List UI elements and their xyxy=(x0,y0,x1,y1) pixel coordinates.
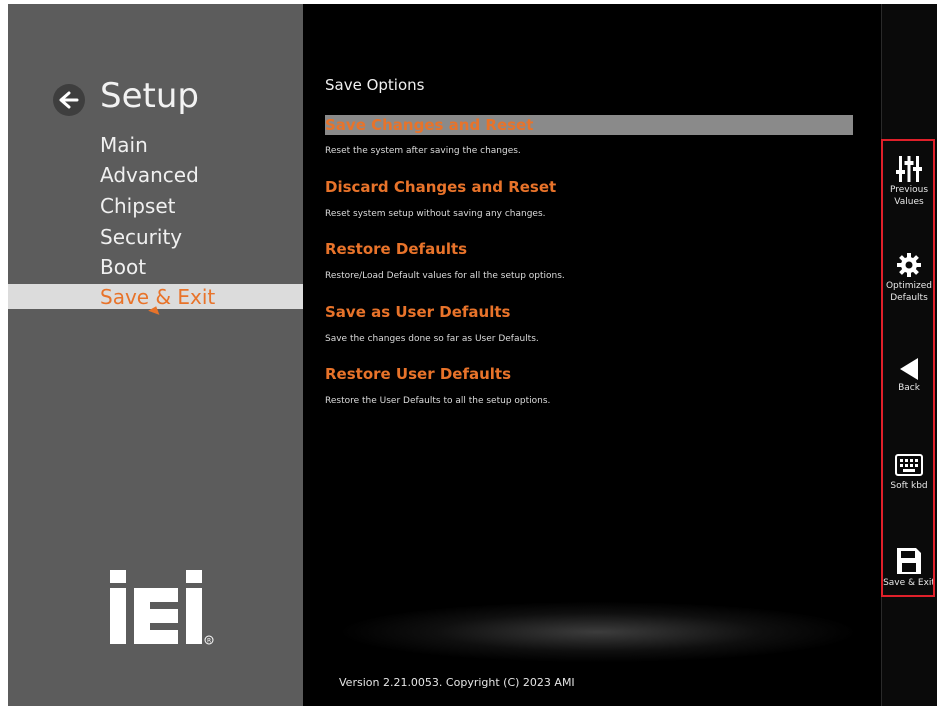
section-title: Save Options xyxy=(325,76,425,94)
svg-text:R: R xyxy=(207,638,211,645)
option-save-changes-and-reset[interactable]: Save Changes and Reset xyxy=(325,115,533,135)
menu-item-chipset[interactable]: Chipset xyxy=(100,193,175,219)
menu-item-main[interactable]: Main xyxy=(100,132,148,158)
toolbar-highlight-box xyxy=(881,139,935,597)
setup-menu-panel: Setup Main Advanced Chipset Security Boo… xyxy=(8,4,303,706)
version-copyright: Version 2.21.0053. Copyright (C) 2023 AM… xyxy=(339,676,575,689)
option-discard-changes-and-reset[interactable]: Discard Changes and Reset xyxy=(325,177,556,197)
decorative-glow xyxy=(343,602,853,662)
page-title: Setup xyxy=(100,76,199,116)
option-description: Reset system setup without saving any ch… xyxy=(325,209,546,219)
menu-item-boot[interactable]: Boot xyxy=(100,254,146,280)
back-arrow-button[interactable] xyxy=(53,84,85,116)
option-restore-user-defaults[interactable]: Restore User Defaults xyxy=(325,364,511,384)
menu-item-security[interactable]: Security xyxy=(100,224,182,250)
option-description: Restore/Load Default values for all the … xyxy=(325,271,565,281)
save-options-panel: Save Options Save Changes and Reset Rese… xyxy=(303,4,881,706)
option-save-as-user-defaults[interactable]: Save as User Defaults xyxy=(325,302,510,322)
bios-setup-screen: Setup Main Advanced Chipset Security Boo… xyxy=(8,4,937,706)
option-description: Restore the User Defaults to all the set… xyxy=(325,396,551,406)
option-description: Reset the system after saving the change… xyxy=(325,146,521,156)
iei-logo: R xyxy=(110,570,214,645)
option-restore-defaults[interactable]: Restore Defaults xyxy=(325,239,467,259)
left-arrow-icon xyxy=(59,91,79,109)
option-description: Save the changes done so far as User Def… xyxy=(325,334,539,344)
menu-item-advanced[interactable]: Advanced xyxy=(100,162,199,188)
